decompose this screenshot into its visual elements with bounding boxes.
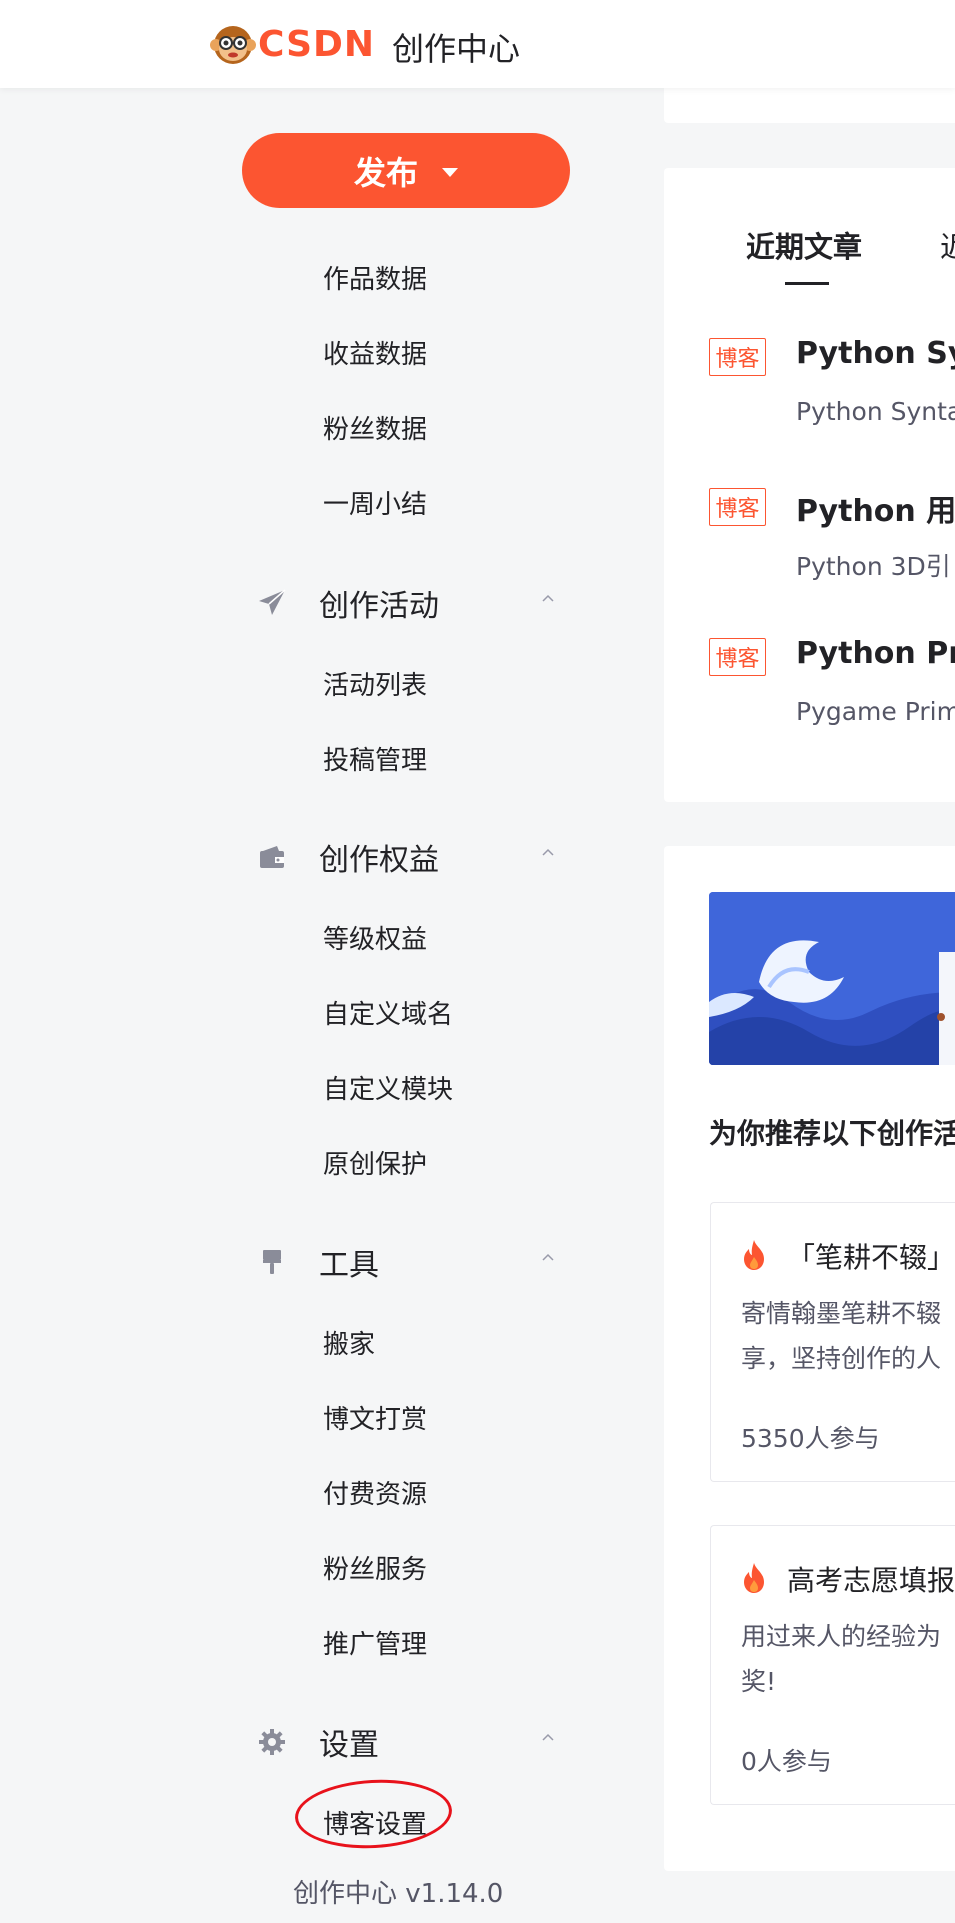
- gear-icon: [256, 1726, 288, 1758]
- sidebar-item-custom-module[interactable]: 自定义模块: [323, 1069, 453, 1106]
- sidebar-item-works-data[interactable]: 作品数据: [323, 259, 427, 296]
- sidebar-group-label: 创作权益: [319, 843, 439, 878]
- sidebar-item-submission-manage[interactable]: 投稿管理: [323, 740, 427, 777]
- blog-tag-badge: 博客: [709, 488, 766, 526]
- publish-button[interactable]: 发布: [242, 133, 570, 208]
- fire-icon: [744, 1240, 764, 1270]
- sidebar-group-label: 工具: [319, 1248, 379, 1283]
- article-desc: Pygame Prim: [796, 697, 955, 726]
- activity-participants: 5350人参与: [741, 1424, 880, 1453]
- activity-participants: 0人参与: [741, 1747, 832, 1776]
- activity-title: 「笔耕不辍」: [787, 1241, 955, 1274]
- sidebar-item-original-protection[interactable]: 原创保护: [323, 1144, 427, 1181]
- caret-down-icon: [442, 168, 458, 177]
- csdn-logo[interactable]: CSDN: [210, 20, 375, 68]
- sidebar-group-benefits[interactable]: 创作权益: [256, 835, 566, 879]
- page-title: 创作中心: [392, 30, 521, 68]
- wallet-icon: [256, 841, 288, 873]
- sidebar-item-activity-list[interactable]: 活动列表: [323, 665, 427, 702]
- sidebar-group-activities[interactable]: 创作活动: [256, 581, 566, 625]
- tab-recent-articles[interactable]: 近期文章: [746, 224, 862, 266]
- logo-wordmark: CSDN: [258, 23, 376, 65]
- blog-tag-badge: 博客: [709, 338, 766, 376]
- monkey-logo-icon: [210, 26, 256, 64]
- paper-plane-icon: [256, 587, 288, 619]
- article-title[interactable]: Python Pri: [796, 636, 955, 671]
- chevron-up-icon: [542, 1253, 554, 1261]
- sidebar-item-fans-data[interactable]: 粉丝数据: [323, 409, 427, 446]
- sidebar-item-fan-service[interactable]: 粉丝服务: [323, 1549, 427, 1586]
- publish-label: 发布: [353, 153, 418, 192]
- activity-banner-image[interactable]: [709, 892, 955, 1065]
- sidebar-group-label: 创作活动: [319, 589, 439, 624]
- wave-illustration: [709, 892, 955, 1065]
- sidebar-group-label: 设置: [319, 1728, 379, 1763]
- activity-item[interactable]: 高考志愿填报 用过来人的经验为 奖! 0人参与: [710, 1525, 955, 1805]
- fire-icon: [744, 1563, 764, 1593]
- blog-tag-badge: 博客: [709, 638, 766, 676]
- brush-icon: [256, 1246, 288, 1278]
- chevron-up-icon: [542, 1733, 554, 1741]
- activity-item[interactable]: 「笔耕不辍」 寄情翰墨笔耕不辍 享，坚持创作的人 5350人参与: [710, 1202, 955, 1482]
- tab-active-indicator: [785, 282, 829, 285]
- sidebar-group-settings[interactable]: 设置: [256, 1720, 566, 1764]
- sidebar-item-level-benefits[interactable]: 等级权益: [323, 919, 427, 956]
- recommend-title: 为你推荐以下创作活: [709, 1117, 955, 1150]
- tab-next[interactable]: 近: [940, 224, 955, 266]
- chevron-up-icon: [542, 594, 554, 602]
- version-label: 创作中心 v1.14.0: [293, 1879, 504, 1909]
- sidebar-group-tools[interactable]: 工具: [256, 1240, 566, 1284]
- article-title[interactable]: Python Sy: [796, 336, 955, 371]
- article-desc: Python Synta: [796, 397, 955, 426]
- sidebar-item-custom-domain[interactable]: 自定义域名: [323, 994, 453, 1031]
- sidebar-item-paid-resources[interactable]: 付费资源: [323, 1474, 427, 1511]
- activity-desc: 寄情翰墨笔耕不辍 享，坚持创作的人: [741, 1299, 942, 1373]
- sidebar-item-move[interactable]: 搬家: [323, 1324, 375, 1361]
- article-title[interactable]: Python 用U: [796, 486, 955, 530]
- activity-desc: 用过来人的经验为 奖!: [741, 1622, 942, 1696]
- activity-title: 高考志愿填报: [787, 1564, 955, 1597]
- sidebar-item-promotion-manage[interactable]: 推广管理: [323, 1624, 427, 1661]
- article-desc: Python 3D引: [796, 552, 951, 581]
- red-annotation-circle: [293, 1775, 454, 1853]
- sidebar-item-income-data[interactable]: 收益数据: [323, 334, 427, 371]
- top-header: CSDN 创作中心: [0, 0, 955, 88]
- sidebar-item-reward[interactable]: 博文打赏: [323, 1399, 427, 1436]
- chevron-up-icon: [542, 848, 554, 856]
- sidebar-item-weekly-summary[interactable]: 一周小结: [323, 484, 427, 521]
